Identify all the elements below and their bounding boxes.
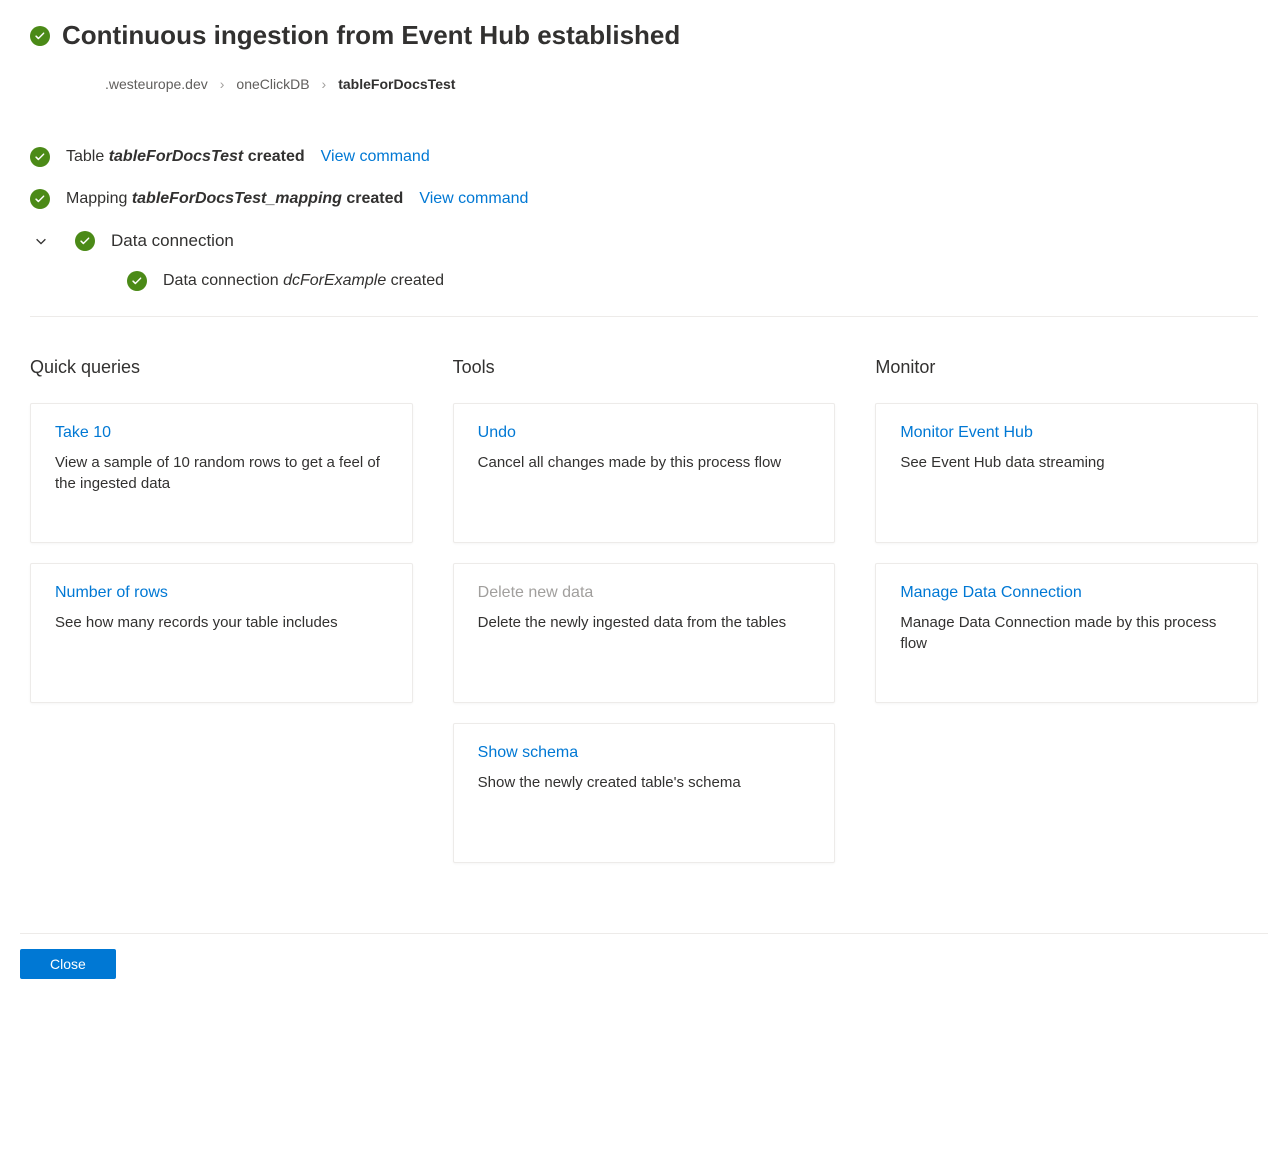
card-description: Cancel all changes made by this process …	[478, 452, 811, 473]
status-text: Table tableForDocsTest created	[66, 148, 305, 166]
chevron-right-icon: ›	[322, 76, 327, 92]
card-title-link[interactable]: Undo	[478, 424, 811, 442]
success-check-icon	[30, 147, 50, 167]
card-take-10[interactable]: Take 10 View a sample of 10 random rows …	[30, 403, 413, 543]
chevron-right-icon: ›	[220, 76, 225, 92]
chevron-down-icon[interactable]	[33, 233, 49, 249]
card-title-link[interactable]: Number of rows	[55, 584, 388, 602]
breadcrumb-item-table: tableForDocsTest	[338, 76, 455, 92]
view-command-link[interactable]: View command	[321, 148, 430, 166]
card-title-disabled: Delete new data	[478, 584, 811, 602]
card-title-link[interactable]: Monitor Event Hub	[900, 424, 1233, 442]
card-description: Delete the newly ingested data from the …	[478, 612, 811, 633]
status-data-connection-header: Data connection	[30, 231, 1258, 251]
monitor-column: Monitor Monitor Event Hub See Event Hub …	[875, 357, 1258, 883]
card-title-link[interactable]: Show schema	[478, 744, 811, 762]
card-undo[interactable]: Undo Cancel all changes made by this pro…	[453, 403, 836, 543]
success-check-icon	[30, 189, 50, 209]
card-description: Manage Data Connection made by this proc…	[900, 612, 1233, 654]
data-connection-label: Data connection	[111, 231, 234, 251]
card-title-link[interactable]: Manage Data Connection	[900, 584, 1233, 602]
card-description: Show the newly created table's schema	[478, 772, 811, 793]
card-number-of-rows[interactable]: Number of rows See how many records your…	[30, 563, 413, 703]
column-title: Monitor	[875, 357, 1258, 378]
status-text: Data connection dcForExample created	[163, 272, 444, 290]
view-command-link[interactable]: View command	[419, 190, 528, 208]
page-title: Continuous ingestion from Event Hub esta…	[62, 20, 680, 51]
quick-queries-column: Quick queries Take 10 View a sample of 1…	[30, 357, 413, 883]
card-monitor-event-hub[interactable]: Monitor Event Hub See Event Hub data str…	[875, 403, 1258, 543]
card-manage-data-connection[interactable]: Manage Data Connection Manage Data Conne…	[875, 563, 1258, 703]
status-list: Table tableForDocsTest created View comm…	[30, 147, 1258, 291]
status-data-connection-item: Data connection dcForExample created	[127, 271, 1258, 291]
success-check-icon	[127, 271, 147, 291]
success-check-icon	[75, 231, 95, 251]
card-description: See how many records your table includes	[55, 612, 388, 633]
card-description: See Event Hub data streaming	[900, 452, 1233, 473]
divider	[30, 316, 1258, 317]
footer: Close	[20, 933, 1268, 979]
success-check-icon	[30, 26, 50, 46]
column-title: Quick queries	[30, 357, 413, 378]
status-table-created: Table tableForDocsTest created View comm…	[30, 147, 1258, 167]
card-show-schema[interactable]: Show schema Show the newly created table…	[453, 723, 836, 863]
card-title-link[interactable]: Take 10	[55, 424, 388, 442]
tools-column: Tools Undo Cancel all changes made by th…	[453, 357, 836, 883]
breadcrumb-item-database[interactable]: oneClickDB	[236, 76, 309, 92]
close-button[interactable]: Close	[20, 949, 116, 979]
column-title: Tools	[453, 357, 836, 378]
page-header: Continuous ingestion from Event Hub esta…	[30, 20, 1258, 51]
status-text: Mapping tableForDocsTest_mapping created	[66, 190, 403, 208]
card-description: View a sample of 10 random rows to get a…	[55, 452, 388, 494]
breadcrumb-item-cluster[interactable]: .westeurope.dev	[105, 76, 208, 92]
breadcrumb: .westeurope.dev › oneClickDB › tableForD…	[105, 76, 1258, 92]
action-columns: Quick queries Take 10 View a sample of 1…	[30, 357, 1258, 883]
status-mapping-created: Mapping tableForDocsTest_mapping created…	[30, 189, 1258, 209]
card-delete-new-data: Delete new data Delete the newly ingeste…	[453, 563, 836, 703]
